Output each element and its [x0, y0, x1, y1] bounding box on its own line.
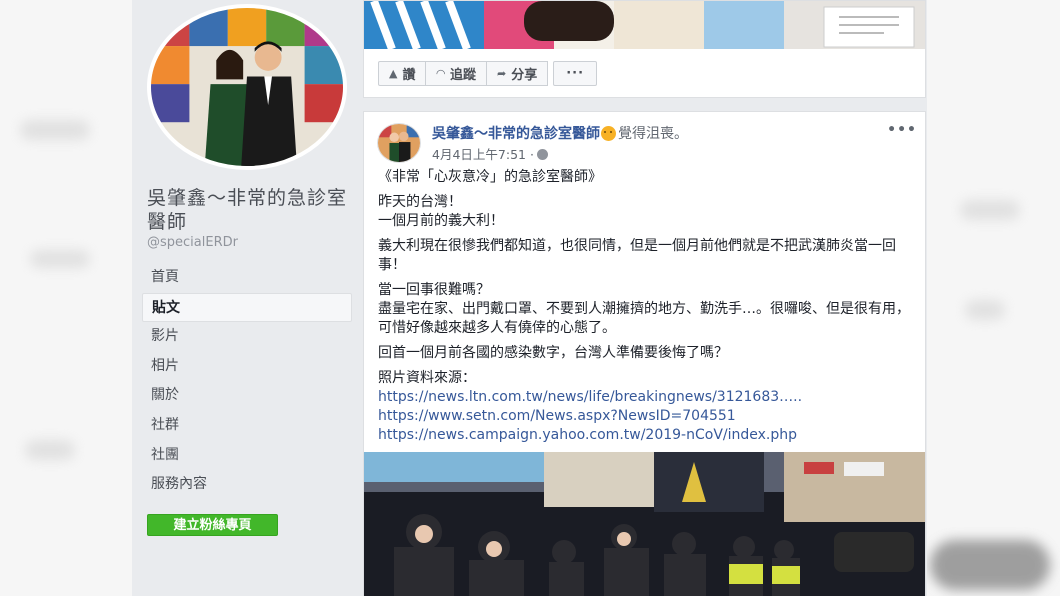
page-title: 吳肇鑫～非常的急診室醫師: [147, 187, 348, 233]
share-button[interactable]: ➦ 分享: [485, 61, 549, 86]
post-options-menu[interactable]: •••: [887, 122, 917, 138]
post-paragraph: 當一回事很難嗎？ 盡量宅在家、出門戴口罩、不要到人潮擁擠的地方、勤洗手…。很囉唆…: [378, 282, 910, 336]
follow-button[interactable]: ◠ 追蹤: [425, 61, 487, 86]
sad-emoji-icon: [601, 125, 616, 141]
previous-post-image[interactable]: [364, 1, 925, 49]
source-label: 照片資料來源：: [378, 370, 476, 386]
post-card: 吳肇鑫～非常的急診室醫師 覺得沮喪。 4月4日上午7:51 · ••• 《非常「…: [363, 111, 926, 596]
post-timestamp[interactable]: 4月4日上午7:51 ·: [432, 144, 548, 163]
follow-label: 追蹤: [449, 68, 476, 83]
more-options-button[interactable]: ···: [553, 61, 598, 86]
source-link[interactable]: https://news.ltn.com.tw/news/life/breaki…: [378, 388, 918, 407]
post-paragraph: 義大利現在很慘我們都知道，也很同情，但是一個月前他們就是不把武漢肺炎當一回事！: [378, 238, 896, 273]
post-header: 吳肇鑫～非常的急診室醫師 覺得沮喪。: [432, 123, 688, 143]
create-page-button[interactable]: 建立粉絲專頁: [147, 514, 278, 536]
timestamp-text: 4月4日上午7:51 ·: [432, 147, 534, 162]
post-text: 《非常「心灰意冷」的急診室醫師》 昨天的台灣！ 一個月前的義大利！ 義大利現在很…: [378, 168, 918, 445]
post-paragraph: 昨天的台灣！ 一個月前的義大利！: [378, 194, 504, 229]
source-link[interactable]: https://www.setn.com/News.aspx?NewsID=70…: [378, 407, 918, 426]
profile-picture[interactable]: [147, 4, 347, 170]
share-arrow-icon: ➦: [496, 67, 507, 80]
feeling-status: 覺得沮喪。: [618, 126, 688, 142]
like-button[interactable]: ▲ 讚: [378, 61, 427, 86]
nav-item-community[interactable]: 社群: [142, 411, 352, 441]
rss-icon: ◠: [436, 67, 445, 80]
post-paragraph: 回首一個月前各國的感染數字，台灣人準備要後悔了嗎？: [378, 345, 728, 361]
page-navigation: 首頁 貼文 影片 相片 關於 社群 社團 服務內容: [142, 263, 352, 500]
globe-icon: [536, 149, 548, 160]
nav-item-about[interactable]: 關於: [142, 381, 352, 411]
nav-item-photos[interactable]: 相片: [142, 352, 352, 382]
post-photo[interactable]: [364, 452, 925, 596]
thumbs-up-icon: ▲: [389, 67, 398, 80]
previous-post-card: ▲ 讚 ◠ 追蹤 ➦ 分享 ···: [363, 0, 926, 98]
nav-item-posts[interactable]: 貼文: [142, 292, 352, 323]
left-sidebar: 吳肇鑫～非常的急診室醫師 @specialERDr 首頁 貼文 影片 相片 關於…: [132, 0, 360, 596]
post-paragraph: 《非常「心灰意冷」的急診室醫師》: [378, 169, 602, 185]
nav-item-videos[interactable]: 影片: [142, 322, 352, 352]
page-username: @specialERDr: [147, 235, 238, 250]
nav-item-home[interactable]: 首頁: [142, 263, 352, 293]
source-link[interactable]: https://news.campaign.yahoo.com.tw/2019-…: [378, 426, 918, 445]
like-label: 讚: [402, 68, 416, 83]
post-action-bar: ▲ 讚 ◠ 追蹤 ➦ 分享 ···: [378, 61, 598, 86]
facebook-page-frame: 吳肇鑫～非常的急診室醫師 @specialERDr 首頁 貼文 影片 相片 關於…: [132, 0, 927, 596]
nav-item-services[interactable]: 服務內容: [142, 470, 352, 500]
share-label: 分享: [511, 68, 538, 83]
nav-item-groups[interactable]: 社團: [142, 441, 352, 471]
post-author-avatar[interactable]: [377, 123, 421, 163]
post-author-name[interactable]: 吳肇鑫～非常的急診室醫師: [432, 123, 600, 143]
